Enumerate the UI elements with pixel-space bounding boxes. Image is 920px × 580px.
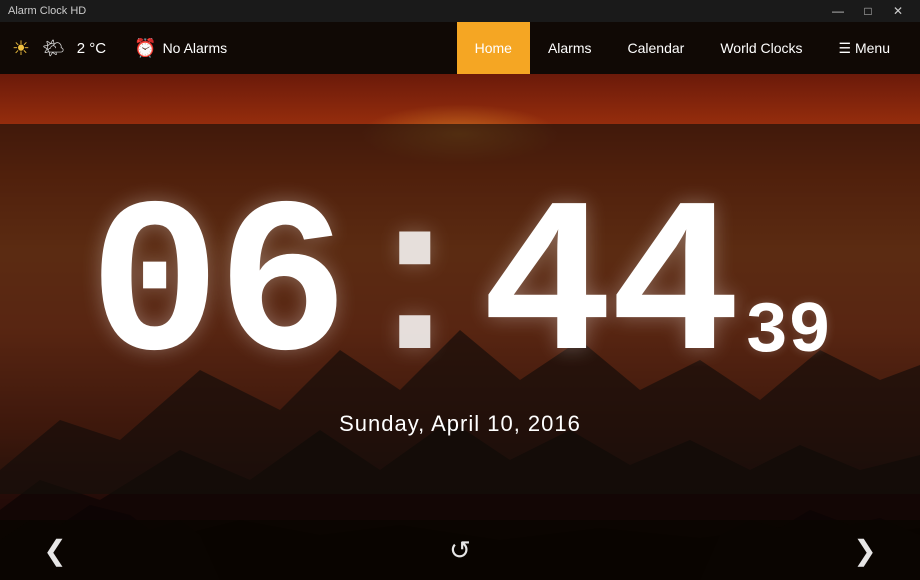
alarm-section: ⏰ No Alarms [134, 38, 227, 59]
clock-seconds: 39 [745, 291, 831, 373]
tab-home[interactable]: Home [457, 22, 530, 74]
background-scene: 06 : 44 39 Sunday, April 10, 2016 ❮ ↺ ❯ [0, 74, 920, 580]
alarm-clock-icon: ⏰ [134, 38, 156, 59]
tab-world-clocks[interactable]: World Clocks [702, 22, 820, 74]
tab-calendar[interactable]: Calendar [610, 22, 703, 74]
maximize-button[interactable]: □ [854, 2, 882, 20]
previous-button[interactable]: ❮ [30, 525, 80, 575]
bottom-controls: ❮ ↺ ❯ [0, 520, 920, 580]
alarm-status: No Alarms [163, 40, 228, 56]
partly-cloudy-icon: 🌤 [42, 38, 65, 59]
menu-button[interactable]: ☰ Menu [821, 22, 908, 74]
nav-left: ☀ 🌤 2 °C ⏰ No Alarms [12, 36, 457, 61]
title-bar: Alarm Clock HD — □ ✕ [0, 0, 920, 22]
reset-button[interactable]: ↺ [449, 535, 471, 566]
clock-panel: 06 : 44 39 Sunday, April 10, 2016 [0, 124, 920, 494]
close-button[interactable]: ✕ [884, 2, 912, 20]
sun-icon: ☀ [12, 36, 30, 61]
clock-hours: 06 [89, 181, 345, 401]
minimize-button[interactable]: — [824, 2, 852, 20]
digital-time: 06 : 44 [89, 181, 737, 401]
clock-colon: : [349, 181, 477, 401]
nav-bar: ☀ 🌤 2 °C ⏰ No Alarms Home Alarms Calenda… [0, 22, 920, 74]
nav-right: Home Alarms Calendar World Clocks ☰ Menu [457, 22, 908, 74]
window-controls: — □ ✕ [824, 2, 912, 20]
clock-minutes: 44 [481, 181, 737, 401]
app-title: Alarm Clock HD [8, 5, 86, 17]
next-button[interactable]: ❯ [840, 525, 890, 575]
clock-display: 06 : 44 39 [89, 181, 832, 401]
temperature-display: 2 °C [77, 40, 106, 57]
tab-alarms[interactable]: Alarms [530, 22, 610, 74]
